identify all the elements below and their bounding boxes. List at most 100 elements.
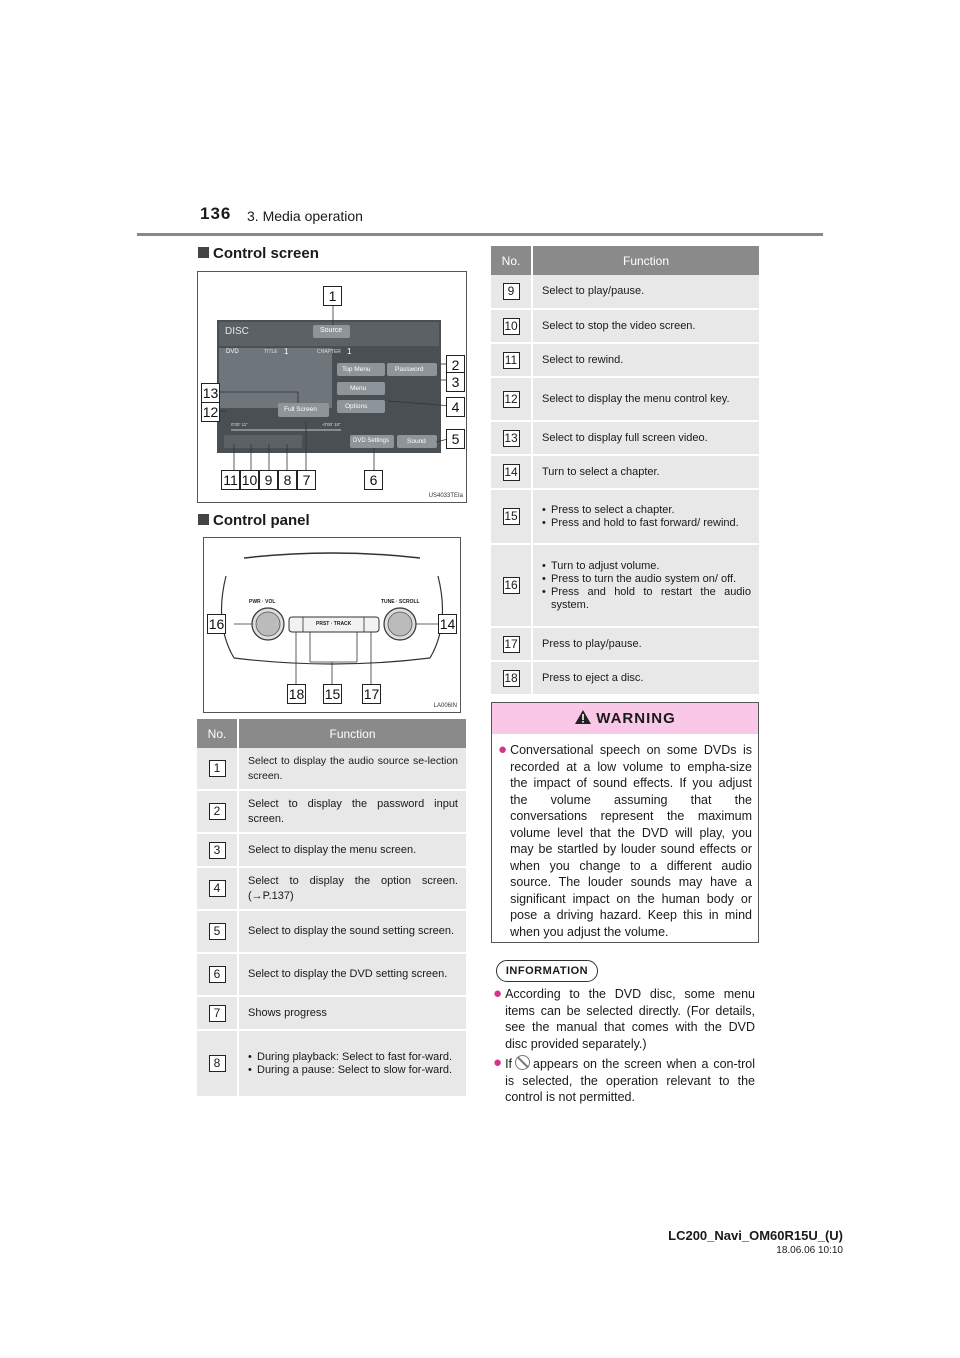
row-function: Press to play/pause. [532, 627, 759, 662]
warning-title: WARNING [596, 710, 676, 727]
row-number: 16 [502, 577, 520, 594]
screen-dvd-label: DVD [226, 349, 239, 355]
figure-control-panel: PWR · VOL TUNE · SCROLL PRST · TRACK LA0… [203, 537, 461, 713]
figure-code: US4033TEIa [428, 493, 463, 499]
table-header-function: Function [238, 719, 466, 748]
row-number: 6 [208, 966, 226, 983]
screen-options-button: Options [345, 403, 368, 410]
table-row: 10 Select to stop the video screen. [491, 309, 759, 344]
table-row: 13 Select to display full screen video. [491, 421, 759, 456]
row-function: Turn to adjust volume. Press to turn the… [532, 544, 759, 628]
table-row: 5 Select to display the sound setting sc… [197, 910, 466, 954]
row-number: 18 [502, 669, 520, 687]
section-title-control-screen: Control screen [198, 245, 319, 262]
table-row: 17 Press to play/pause. [491, 627, 759, 662]
row-function: Select to display the option screen. (→P… [238, 867, 466, 911]
screen-password-button: Password [395, 366, 424, 373]
control-screen-illustration [217, 299, 453, 470]
row-number: 17 [502, 635, 520, 653]
callout-14: 14 [438, 614, 457, 634]
table-row: 3 Select to display the menu screen. [197, 833, 466, 868]
tune-scroll-label: TUNE · SCROLL [381, 599, 420, 605]
section-title-control-panel: Control panel [198, 512, 310, 529]
callout-8: 8 [278, 470, 297, 490]
bullet-item: Press and hold to restart the audio syst… [542, 586, 751, 612]
row-number: 9 [502, 283, 520, 300]
row-function: Select to stop the video screen. [532, 309, 759, 344]
row-number: 2 [208, 803, 226, 820]
row-function: Select to display the menu control key. [532, 377, 759, 422]
footer-document-id: LC200_Navi_OM60R15U_(U) [668, 1228, 843, 1243]
row-function: Shows progress [238, 996, 466, 1031]
callout-15: 15 [323, 684, 342, 704]
table-row: 9 Select to play/pause. [491, 275, 759, 310]
table-row: 2 Select to display the password input s… [197, 790, 466, 834]
row-function: During playback: Select to fast for-ward… [238, 1030, 466, 1098]
information-item: ● According to the DVD disc, some menu i… [493, 985, 755, 1052]
table-row: 15 Press to select a chapter. Press and … [491, 489, 759, 545]
table-row: 16 Turn to adjust volume. Press to turn … [491, 544, 759, 628]
callout-5: 5 [446, 429, 465, 449]
warning-icon [575, 710, 592, 724]
callout-6: 6 [364, 470, 383, 490]
row-number: 5 [208, 923, 226, 940]
screen-title-value: 1 [284, 347, 289, 356]
row-number: 10 [502, 317, 520, 335]
bullet-dot-icon: ● [493, 985, 503, 1002]
information-item-text: If appears on the screen when a con-trol … [505, 1055, 755, 1104]
screen-menu-button: Menu [350, 385, 367, 392]
bullet-item: During a pause: Select to slow for-ward. [248, 1064, 458, 1077]
table-row: 7 Shows progress [197, 996, 466, 1031]
screen-source-button: Source [320, 327, 343, 334]
table-row: 6 Select to display the DVD setting scre… [197, 953, 466, 997]
table-row: 14 Turn to select a chapter. [491, 455, 759, 490]
row-function: Press to eject a disc. [532, 661, 759, 696]
bullet-item: Press and hold to fast forward/ rewind. [542, 517, 751, 530]
table-row: 1 Select to display the audio source se-… [197, 748, 466, 791]
callout-12: 12 [201, 402, 220, 422]
screen-disc-label: DISC [225, 326, 249, 337]
row-number: 11 [502, 351, 520, 369]
callout-10: 10 [240, 470, 259, 490]
prohibited-icon [515, 1055, 531, 1070]
bullet-item: Turn to adjust volume. [542, 560, 751, 573]
row-function: Select to display the sound setting scre… [238, 910, 466, 954]
bullet-dot-icon: ● [498, 741, 508, 758]
table-header-function: Function [532, 246, 759, 275]
callout-9: 9 [259, 470, 278, 490]
screen-full-screen-button: Full Screen [284, 406, 317, 413]
bullet-item: Press to turn the audio system on/ off. [542, 573, 751, 586]
figure-control-screen: DISC Source DVD TITLE 1 CHAPTER 1 Top Me… [197, 271, 467, 503]
warning-text: Conversational speech on some DVDs is re… [510, 743, 752, 939]
table-row: 4 Select to display the option screen. (… [197, 867, 466, 911]
callout-11: 11 [221, 470, 240, 490]
row-number: 14 [502, 463, 520, 481]
callout-13: 13 [201, 383, 220, 403]
row-function: Press to select a chapter. Press and hol… [532, 489, 759, 545]
footer-date: 18.06.06 10:10 [776, 1245, 843, 1256]
table-row: 12 Select to display the menu control ke… [491, 377, 759, 422]
screen-time-remaining: -0’00’ 10” [322, 422, 341, 427]
callout-17: 17 [362, 684, 381, 704]
row-function: Select to display the DVD setting screen… [238, 953, 466, 997]
row-function: Turn to select a chapter. [532, 455, 759, 490]
section-square-icon [198, 514, 209, 525]
row-number: 1 [208, 760, 226, 777]
pwr-vol-label: PWR · VOL [249, 599, 276, 605]
chapter-title: 3. Media operation [247, 208, 363, 224]
row-number: 8 [208, 1055, 226, 1072]
information-badge: INFORMATION [496, 960, 598, 982]
function-table-right: No. Function 9 Select to play/pause. 10 … [491, 246, 759, 696]
callout-1: 1 [323, 286, 342, 306]
table-header-no: No. [491, 246, 533, 275]
callout-7: 7 [297, 470, 316, 490]
row-function: Select to display full screen video. [532, 421, 759, 456]
warning-body: ● Conversational speech on some DVDs is … [492, 734, 758, 940]
callout-4: 4 [446, 397, 465, 417]
row-number: 7 [208, 1004, 226, 1022]
header-rule [137, 233, 823, 236]
function-table-left: No. Function 1 Select to display the aud… [197, 719, 466, 1098]
row-number: 3 [208, 841, 226, 859]
warning-header: WARNING [492, 703, 758, 734]
screen-chapter-label: CHAPTER [317, 349, 341, 355]
